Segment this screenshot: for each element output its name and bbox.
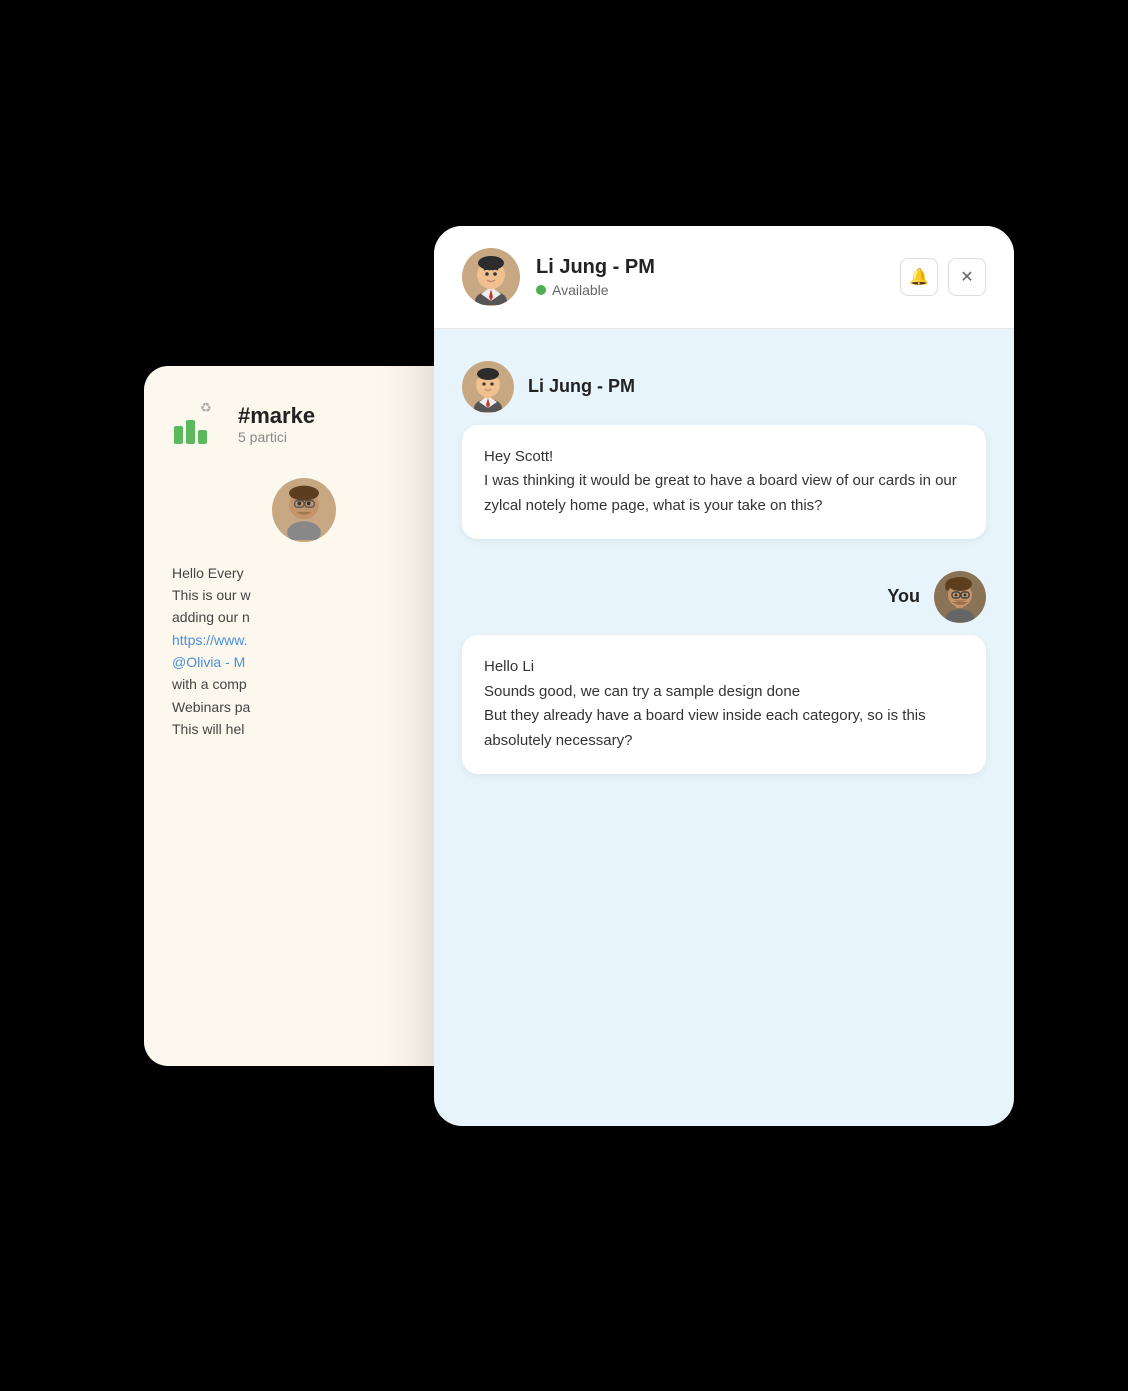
you-line1: Sounds good, we can try a sample design … (484, 680, 964, 705)
participants-count: 5 partici (238, 429, 315, 445)
channel-icon: ♻ (172, 398, 224, 450)
status-dot (536, 285, 546, 295)
li-jung-message-bubble: Hey Scott! I was thinking it would be gr… (462, 425, 986, 539)
li-jung-sender-name: Li Jung - PM (528, 376, 635, 397)
bell-icon: 🔔 (909, 267, 929, 287)
header-actions: 🔔 ✕ (900, 258, 986, 296)
channel-message-text: Hello Every This is our wadding our n ht… (172, 562, 436, 741)
svg-text:♻: ♻ (200, 400, 212, 415)
channel-member-avatar (272, 478, 336, 542)
contact-status: Available (536, 282, 884, 298)
you-message-block: You (462, 571, 986, 774)
you-avatar (934, 571, 986, 623)
channel-card: ♻ #marke 5 partici (144, 366, 464, 1066)
chat-header: Li Jung - PM Available 🔔 ✕ (434, 226, 1014, 329)
status-text: Available (552, 282, 609, 298)
li-jung-message-content: I was thinking it would be great to have… (484, 469, 964, 519)
scene: ♻ #marke 5 partici (114, 146, 1014, 1246)
you-greeting: Hello Li (484, 655, 964, 680)
bell-button[interactable]: 🔔 (900, 258, 938, 296)
header-info: Li Jung - PM Available (536, 256, 884, 298)
contact-name: Li Jung - PM (536, 256, 884, 279)
you-message-bubble: Hello Li Sounds good, we can try a sampl… (462, 635, 986, 774)
you-sender-name: You (887, 586, 920, 607)
chat-card: Li Jung - PM Available 🔔 ✕ (434, 226, 1014, 1126)
li-jung-header-avatar (462, 248, 520, 306)
li-jung-sender-row: Li Jung - PM (462, 361, 986, 413)
channel-name: #marke (238, 403, 315, 429)
channel-info: #marke 5 partici (238, 403, 315, 445)
channel-header: ♻ #marke 5 partici (172, 398, 436, 450)
close-button[interactable]: ✕ (948, 258, 986, 296)
close-icon: ✕ (960, 267, 973, 287)
li-jung-greeting: Hey Scott! (484, 445, 964, 470)
you-sender-row: You (462, 571, 986, 623)
li-jung-avatar (462, 361, 514, 413)
you-line2: But they already have a board view insid… (484, 704, 964, 754)
chat-body: Li Jung - PM Hey Scott! I was thinking i… (434, 329, 1014, 1126)
li-jung-message-block: Li Jung - PM Hey Scott! I was thinking i… (462, 361, 986, 539)
